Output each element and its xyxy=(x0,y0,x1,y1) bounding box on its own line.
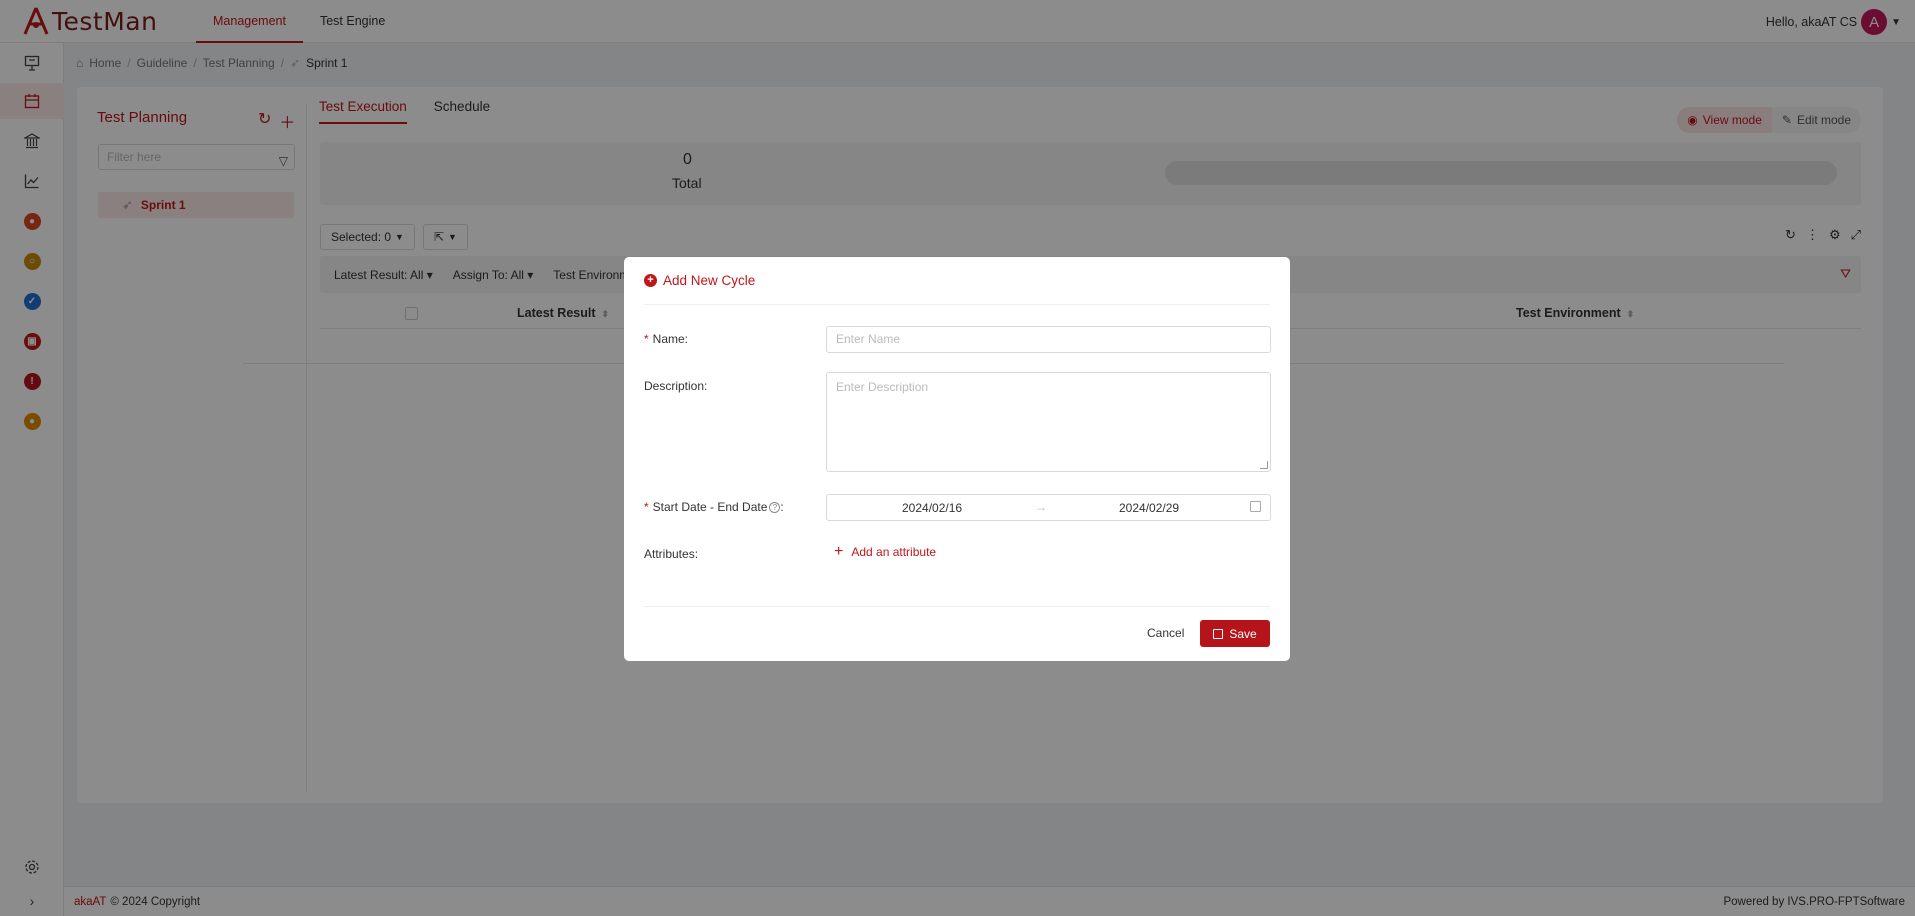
resize-handle-icon[interactable] xyxy=(1260,461,1268,469)
description-label: Description: xyxy=(644,379,708,393)
date-range-picker[interactable]: 2024/02/16 → 2024/02/29 xyxy=(826,494,1271,521)
cancel-button[interactable]: Cancel xyxy=(1137,620,1194,646)
add-attribute-button[interactable]: + Add an attribute xyxy=(834,543,937,560)
add-attribute-label: Add an attribute xyxy=(851,545,937,559)
description-placeholder: Enter Description xyxy=(836,380,929,394)
start-date[interactable]: 2024/02/16 xyxy=(902,501,962,515)
name-label: * Name: xyxy=(644,332,689,346)
help-icon[interactable]: ? xyxy=(769,502,781,513)
name-field[interactable]: Enter Name xyxy=(826,326,1271,353)
save-button[interactable]: Save xyxy=(1200,620,1270,647)
calendar-icon[interactable] xyxy=(1250,501,1261,512)
dialog-title: + Add New Cycle xyxy=(644,273,755,288)
plus-circle-icon: + xyxy=(644,274,657,287)
date-range-label: * Start Date - End Date?: xyxy=(644,500,784,514)
description-field[interactable]: Enter Description xyxy=(826,372,1271,472)
add-cycle-dialog: + Add New Cycle * Name: Enter Name Descri… xyxy=(624,257,1290,661)
arrow-right-icon: → xyxy=(1035,500,1047,514)
attributes-label: Attributes: xyxy=(644,547,699,561)
divider xyxy=(644,304,1270,305)
dialog-title-text: Add New Cycle xyxy=(663,273,756,288)
save-icon xyxy=(1213,628,1224,639)
required-mark: * xyxy=(644,500,649,514)
name-placeholder: Enter Name xyxy=(836,332,901,346)
plus-icon: + xyxy=(834,543,844,560)
required-mark: * xyxy=(644,332,649,346)
save-label: Save xyxy=(1229,626,1257,641)
end-date[interactable]: 2024/02/29 xyxy=(1119,501,1179,515)
divider xyxy=(644,606,1270,607)
